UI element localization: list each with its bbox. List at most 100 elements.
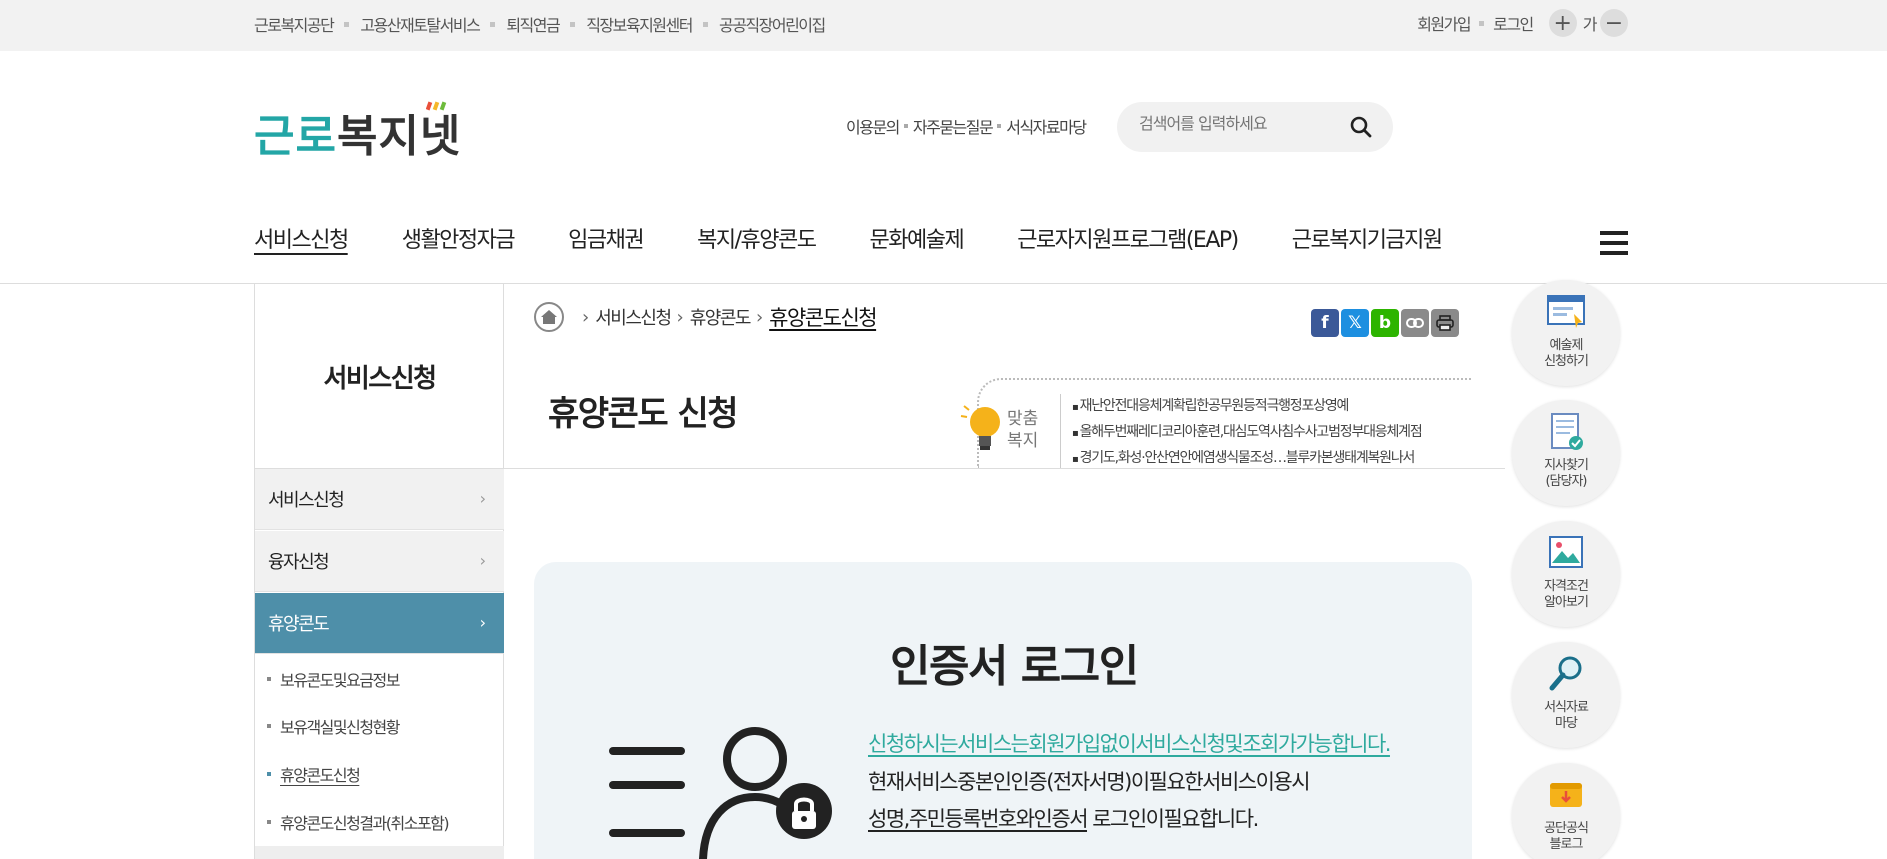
custom-welfare-list: 재난안전대응체계확립한공무원등적극행정포상영예 올해두번째레디코리아훈련,대심도… — [1060, 394, 1423, 468]
logo-text-1: 근로 — [254, 111, 337, 162]
separator — [903, 124, 908, 128]
side-item-loan-apply[interactable]: 융자신청 › — [255, 531, 504, 592]
breadcrumb-current: 휴양콘도신청 — [769, 306, 877, 330]
gnb-living-fund[interactable]: 생활안정자금 — [402, 222, 516, 254]
gnb-welfare-fund[interactable]: 근로복지기금지원 — [1292, 222, 1443, 254]
bullet — [267, 677, 271, 681]
side-item-label: 서비스신청 — [268, 490, 345, 511]
side-subitem-label: 보유객실및신청현황 — [280, 718, 400, 737]
share-buttons: f 𝕏 b — [1311, 309, 1461, 337]
menu-icon[interactable] — [1600, 231, 1628, 261]
link-pension[interactable]: 퇴직연금 — [506, 12, 560, 36]
login-notice-rest: 로그인이필요합니다. — [1087, 807, 1259, 831]
quick-label: 자격조건 알아보기 — [1544, 579, 1589, 610]
side-item-label: 융자신청 — [268, 552, 330, 573]
side-subitem-label: 휴양콘도신청 — [280, 766, 361, 785]
search-input[interactable] — [1139, 114, 1339, 133]
branch-find-icon — [1551, 413, 1583, 450]
quick-label: 서식자료 마당 — [1544, 700, 1589, 731]
separator — [570, 21, 576, 27]
quick-forms[interactable]: 서식자료 마당 — [1512, 642, 1620, 748]
user-lock-icon — [609, 727, 832, 859]
link-childcare-center[interactable]: 직장보육지원센터 — [586, 12, 693, 36]
facebook-share-icon[interactable]: f — [1311, 309, 1339, 337]
divider — [504, 468, 1505, 469]
side-nav-footer — [255, 846, 504, 859]
blog-share-icon[interactable]: b — [1371, 309, 1399, 337]
link-total-service[interactable]: 고용산재토탈서비스 — [360, 12, 480, 36]
header-links: 이용문의 자주묻는질문 서식자료마당 — [846, 114, 1087, 138]
bullet — [267, 724, 271, 728]
print-icon[interactable] — [1431, 309, 1459, 337]
side-item-service-apply[interactable]: 서비스신청 › — [255, 469, 504, 530]
breadcrumb-item[interactable]: 서비스신청 — [595, 304, 672, 330]
gnb-wage-claim[interactable]: 임금채권 — [568, 222, 644, 254]
logo-accent-icon — [426, 101, 447, 111]
side-subitem-label: 휴양콘도신청결과(취소포함) — [280, 814, 450, 833]
eligibility-icon — [1549, 536, 1583, 568]
quick-label: 공단공식 블로그 — [1544, 821, 1589, 852]
gnb-service-apply[interactable]: 서비스신청 — [254, 222, 349, 254]
news-item[interactable]: 재난안전대응체계확립한공무원등적극행정포상영예 — [1072, 394, 1422, 420]
news-item[interactable]: 올해두번째레디코리아훈련,대심도역사침수사고범정부대응체계점 — [1072, 420, 1423, 446]
logo-text-2: 복지넷 — [336, 111, 462, 162]
breadcrumb-item[interactable]: 휴양콘도 — [690, 304, 752, 330]
join-link[interactable]: 회원가입 — [1417, 11, 1471, 35]
login-title: 인증서 로그인 — [890, 641, 1139, 692]
side-subitem-apply-result[interactable]: 휴양콘도신청결과(취소포함) — [267, 810, 450, 834]
chevron-right-icon: › — [582, 306, 590, 328]
forms-search-icon — [1549, 656, 1582, 691]
utility-bar: 근로복지공단 고용산재토탈서비스 퇴직연금 직장보육지원센터 공공직장어린이집 … — [0, 0, 1887, 51]
art-apply-icon — [1547, 295, 1585, 328]
link-copy-icon[interactable] — [1401, 309, 1429, 337]
separator — [1479, 20, 1485, 26]
side-item-label: 휴양콘도 — [268, 614, 330, 635]
x-share-icon[interactable]: 𝕏 — [1341, 309, 1369, 337]
search-icon[interactable] — [1349, 115, 1373, 139]
side-subitem-resort-apply[interactable]: 휴양콘도신청 — [267, 762, 361, 786]
link-kcomwel[interactable]: 근로복지공단 — [254, 12, 335, 36]
quick-blog[interactable]: 공단공식 블로그 — [1512, 763, 1620, 859]
login-notice: 성명,주민등록번호와인증서 로그인이필요합니다. — [868, 803, 1259, 833]
page-title: 휴양콘도 신청 — [548, 394, 739, 434]
login-link[interactable]: 로그인 — [1493, 11, 1534, 35]
forms-link[interactable]: 서식자료마당 — [1006, 114, 1087, 138]
bullet — [267, 772, 271, 776]
custom-welfare-label: 맞춤 복지 — [1007, 408, 1038, 452]
gnb-art-festival[interactable]: 문화예술제 — [869, 222, 964, 254]
faq-link[interactable]: 자주묻는질문 — [913, 114, 994, 138]
lightbulb-icon — [960, 405, 1000, 450]
separator — [997, 124, 1002, 128]
chevron-right-icon: › — [479, 489, 486, 508]
label-line: 복지 — [1007, 431, 1039, 451]
inquiry-link[interactable]: 이용문의 — [846, 114, 900, 138]
quick-art-apply[interactable]: 예술제 신청하기 — [1512, 280, 1620, 386]
gnb-resort[interactable]: 복지/휴양콘도 — [697, 222, 817, 254]
login-notice-highlight: 신청하시는서비스는회원가입없이서비스신청및조회가가능합니다. — [868, 732, 1391, 756]
main-navigation: 서비스신청 생활안정자금 임금채권 복지/휴양콘도 문화예술제 근로자지원프로그… — [254, 222, 1496, 254]
blog-icon — [1550, 783, 1582, 807]
side-subitem-label: 보유콘도및요금정보 — [280, 671, 400, 690]
gnb-eap[interactable]: 근로자지원프로그램(EAP) — [1017, 222, 1239, 254]
label-line: 맞춤 — [1007, 409, 1039, 429]
separator — [344, 21, 350, 27]
side-navigation: 서비스신청 서비스신청 › 융자신청 › 휴양콘도 › 보유콘도및요금정보 보유… — [254, 284, 504, 859]
home-icon[interactable] — [534, 302, 564, 332]
quick-branch-find[interactable]: 지사찾기 (담당자) — [1512, 400, 1620, 506]
chevron-right-icon: › — [676, 306, 684, 328]
side-nav-title: 서비스신청 — [255, 284, 504, 469]
separator — [702, 21, 708, 27]
chevron-right-icon: › — [479, 613, 486, 632]
side-subitem-resort-info[interactable]: 보유콘도및요금정보 — [267, 667, 400, 691]
font-increase-button[interactable]: + — [1548, 9, 1577, 37]
quick-eligibility[interactable]: 자격조건 알아보기 — [1512, 521, 1620, 627]
font-decrease-button[interactable]: − — [1600, 9, 1628, 37]
quick-label: 예술제 신청하기 — [1544, 338, 1589, 369]
side-item-resort[interactable]: 휴양콘도 › — [255, 593, 504, 654]
link-daycare[interactable]: 공공직장어린이집 — [719, 12, 826, 36]
family-site-links: 근로복지공단 고용산재토탈서비스 퇴직연금 직장보육지원센터 공공직장어린이집 — [254, 12, 826, 36]
chevron-right-icon: › — [755, 306, 764, 328]
member-links: 회원가입 로그인 + 가 − — [1417, 9, 1628, 37]
bullet — [267, 820, 271, 824]
side-subitem-room-status[interactable]: 보유객실및신청현황 — [267, 714, 400, 738]
